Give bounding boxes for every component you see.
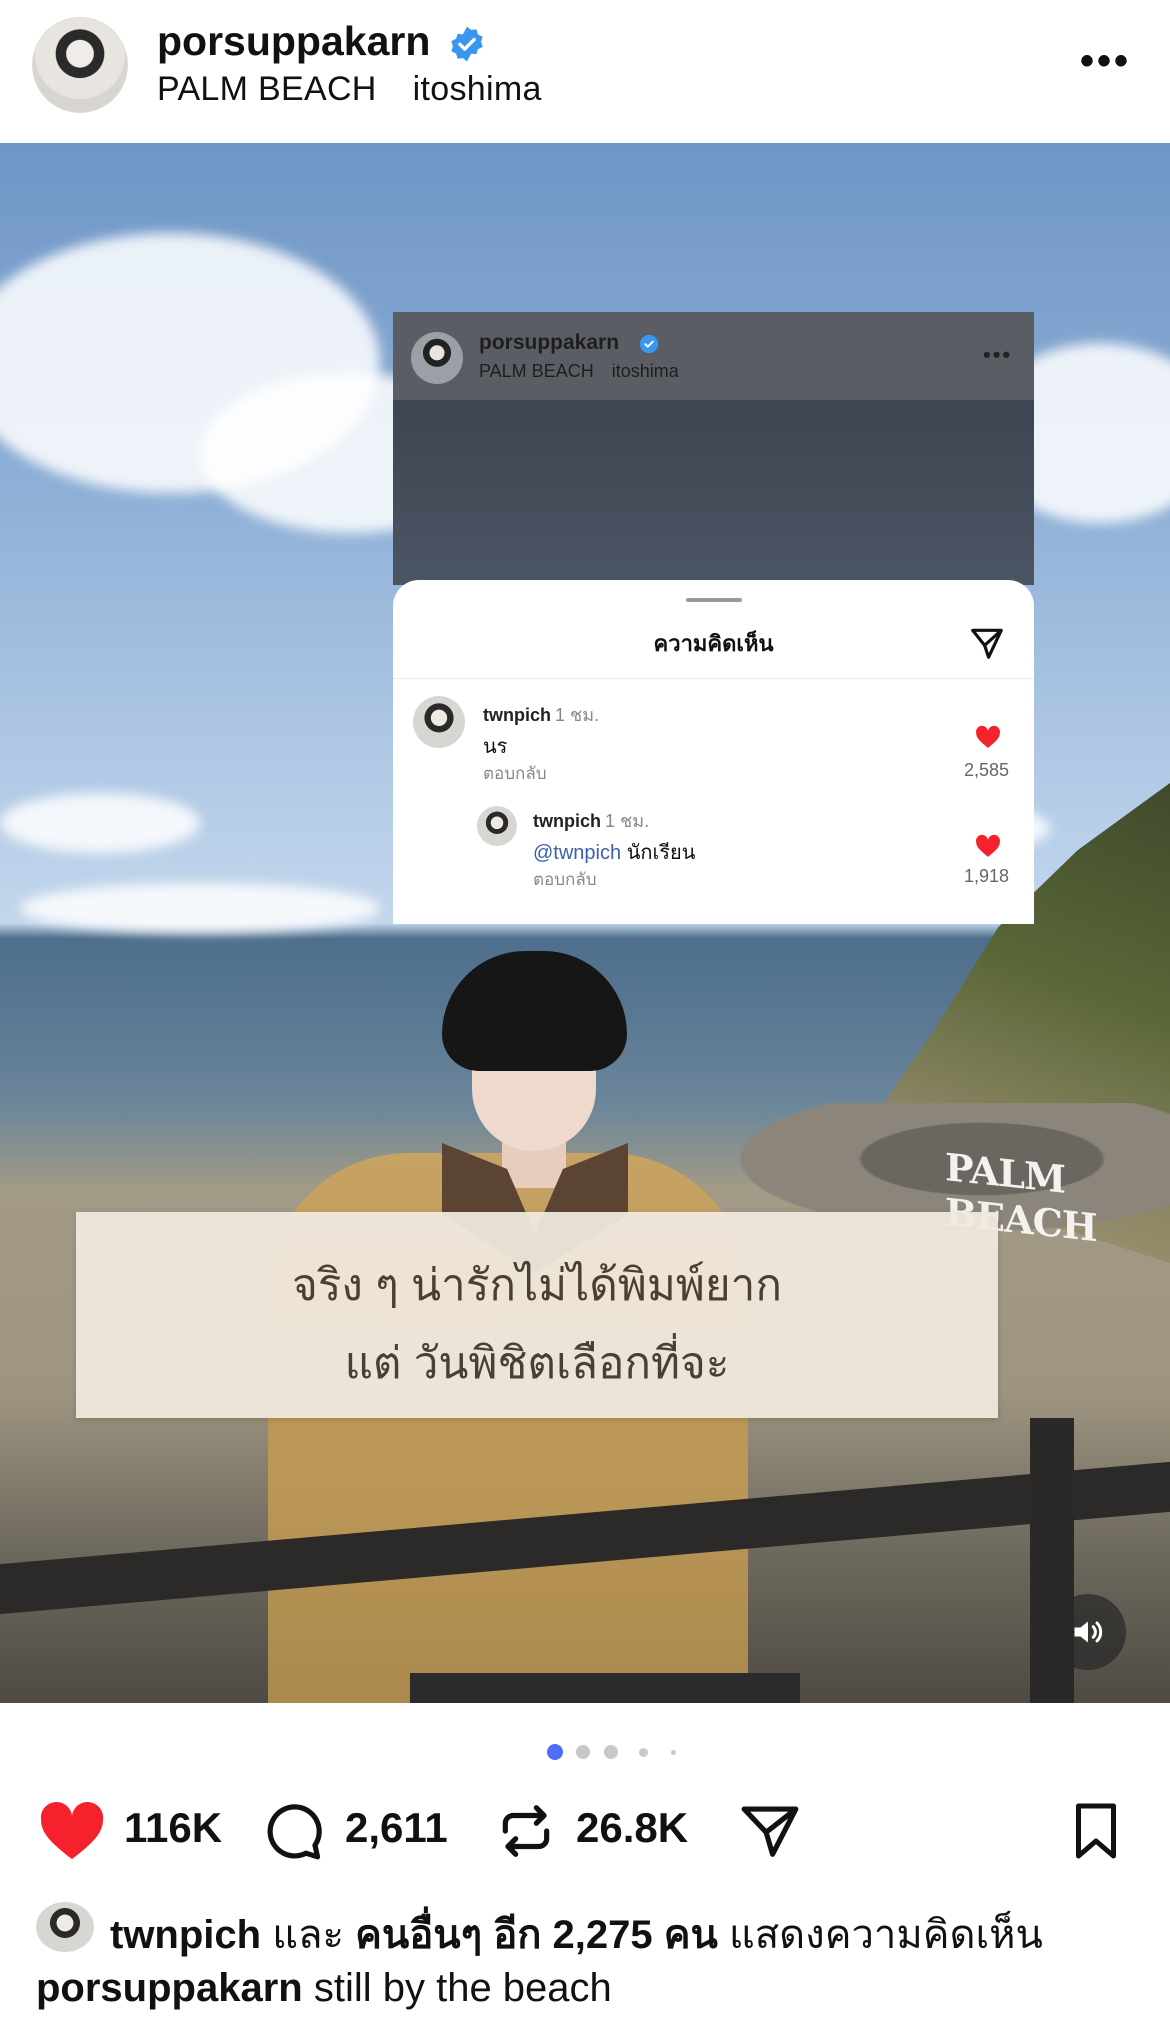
sheet-title: ความคิดเห็น xyxy=(653,631,774,656)
like-count[interactable]: 116K xyxy=(124,1804,222,1852)
action-bar: 116K 2,611 26.8K xyxy=(0,1790,1170,1870)
embed-verified-icon xyxy=(639,334,659,354)
liked-by-row[interactable]: twnpich และ คนอื่นๆ อีก 2,275 คน แสดงควา… xyxy=(0,1898,1170,1958)
carousel-dot-active xyxy=(547,1744,563,1760)
share-send-icon[interactable] xyxy=(736,1800,804,1862)
carousel-dot xyxy=(604,1745,618,1759)
carousel-dot xyxy=(576,1745,590,1759)
liked-by-others[interactable]: คนอื่นๆ อีก 2,275 คน xyxy=(355,1913,718,1957)
location-secondary[interactable]: itoshima xyxy=(413,70,542,108)
heart-filled-icon xyxy=(976,834,1000,857)
reply-username: twnpich 1 ชม. xyxy=(533,811,650,831)
carousel-dot xyxy=(671,1750,676,1755)
overlay-line-2: แต่ วันพิชิตเลือกที่จะ xyxy=(344,1339,730,1388)
like-heart-icon[interactable] xyxy=(36,1800,108,1862)
sound-toggle-button[interactable] xyxy=(1050,1594,1126,1670)
comment-username: twnpich 1 ชม. xyxy=(483,705,600,725)
profile-avatar[interactable] xyxy=(32,17,128,113)
reply-text: @twnpich นักเรียน xyxy=(533,842,696,864)
caption-text: still by the beach xyxy=(313,1966,612,2010)
cloud xyxy=(0,793,200,853)
embedded-comment-screenshot: porsuppakarn PALM BEACH itoshima ••• ความ… xyxy=(393,312,1034,924)
post-header: porsuppakarn PALM BEACH itoshima ••• xyxy=(0,0,1170,143)
repost-icon[interactable] xyxy=(494,1800,558,1862)
liked-by-suffix: แสดงความคิดเห็น xyxy=(728,1913,1043,1957)
comment-text: นร xyxy=(483,736,508,758)
reply-avatar xyxy=(477,806,517,846)
embed-username: porsuppakarn xyxy=(479,331,620,354)
overlay-line-1: จริง ๆ น่ารักไม่ได้พิมพ์ยาก xyxy=(291,1261,782,1310)
liked-by-user[interactable]: twnpich xyxy=(110,1913,261,1957)
carousel-indicator xyxy=(0,1742,1170,1762)
embed-header: porsuppakarn PALM BEACH itoshima ••• xyxy=(393,312,1034,400)
liked-by-and: และ xyxy=(272,1913,344,1957)
cloud xyxy=(20,883,380,933)
embed-location-primary: PALM BEACH xyxy=(479,361,594,381)
post-caption: porsuppakarn still by the beach xyxy=(36,1966,612,2011)
bookmark-icon[interactable] xyxy=(1066,1800,1126,1862)
comments-sheet: ความคิดเห็น twnpich 1 ชม. นร ตอบกลับ 2,58… xyxy=(393,580,1034,924)
comment-reply: ตอบกลับ xyxy=(483,764,547,783)
liked-by-text[interactable]: twnpich และ คนอื่นๆ อีก 2,275 คน แสดงควา… xyxy=(110,1902,1043,1966)
more-options-icon[interactable]: ••• xyxy=(1080,41,1131,81)
comment-avatar xyxy=(413,696,465,748)
carousel-dot xyxy=(639,1748,648,1757)
embed-location: PALM BEACH itoshima xyxy=(479,361,697,382)
verified-badge-icon xyxy=(451,26,483,62)
person-hair xyxy=(442,951,627,1071)
embed-dimmed-media xyxy=(393,400,1034,585)
liked-by-avatar[interactable] xyxy=(36,1902,94,1952)
location-primary[interactable]: PALM BEACH xyxy=(157,70,377,108)
speaker-icon xyxy=(1074,1621,1103,1643)
send-icon xyxy=(971,628,1003,659)
post-media[interactable]: PALM BEACH porsuppakarn PALM BEACH itoshi… xyxy=(0,143,1170,1703)
text-overlay: จริง ๆ น่ารักไม่ได้พิมพ์ยาก แต่ วันพิชิต… xyxy=(76,1212,998,1418)
caption-username[interactable]: porsuppakarn xyxy=(36,1966,303,2010)
embed-location-secondary: itoshima xyxy=(611,361,679,381)
reply-reply: ตอบกลับ xyxy=(533,870,597,889)
post-username[interactable]: porsuppakarn xyxy=(157,18,430,65)
comment-like-count: 2,585 xyxy=(963,760,1009,780)
post-location[interactable]: PALM BEACH itoshima xyxy=(157,70,578,109)
person-pants xyxy=(410,1673,800,1703)
reply-like-count: 1,918 xyxy=(963,866,1009,886)
heart-filled-icon xyxy=(976,725,1000,748)
embed-avatar xyxy=(411,332,463,384)
sheet-divider xyxy=(393,678,1034,679)
comment-count[interactable]: 2,611 xyxy=(345,1804,448,1852)
repost-count[interactable]: 26.8K xyxy=(576,1804,688,1852)
comment-icon[interactable] xyxy=(260,1800,326,1862)
embed-more-icon: ••• xyxy=(983,342,1013,367)
mention-link: @twnpich xyxy=(533,842,622,864)
sheet-handle xyxy=(686,598,742,602)
